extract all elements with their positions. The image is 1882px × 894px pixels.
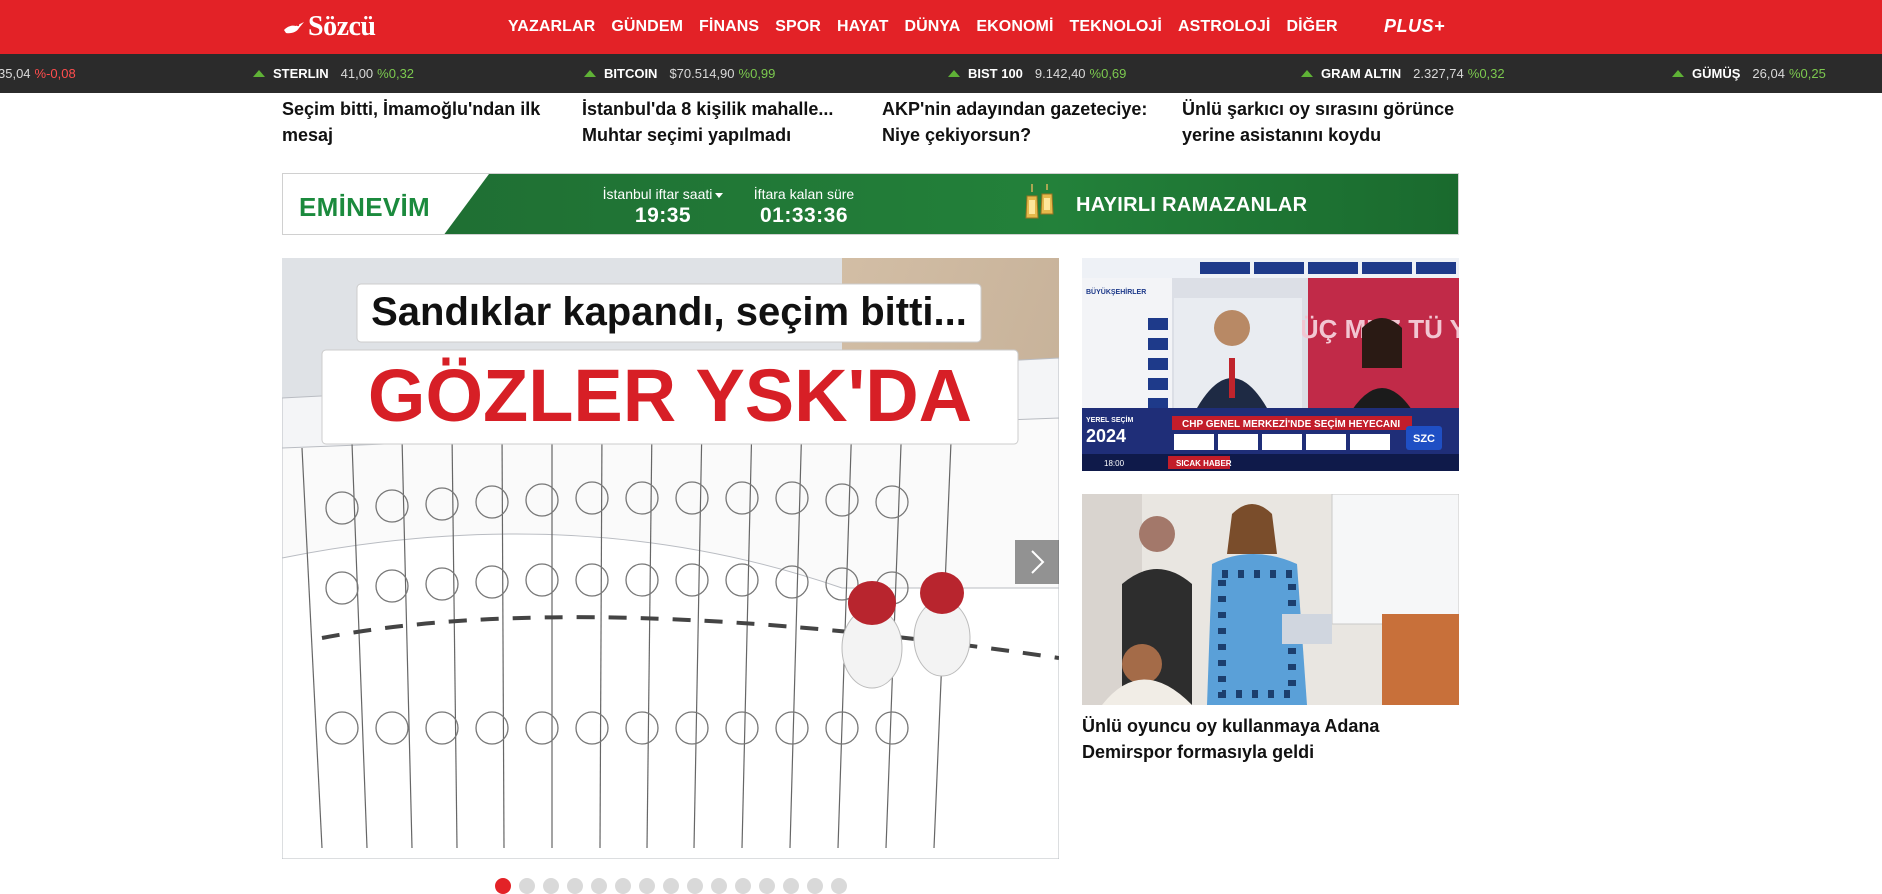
ticker-price: 9.142,40 [1034, 66, 1086, 81]
carousel-dot[interactable] [687, 878, 703, 894]
iftar-time: 19:35 [634, 204, 692, 227]
top-headlines: Seçim bitti, İmamoğlu'ndan ilk mesaj İst… [282, 96, 1459, 154]
headline-link[interactable]: Ünlü şarkıcı oy sırasını görünce yerine … [1182, 96, 1462, 148]
tv-broadcast-image: GÜÇ MUZ TÜ YE BÜYÜKŞEHİRLER YEREL SEÇİM … [1082, 258, 1459, 471]
banner-greeting: HAYIRLI RAMAZANLAR [1076, 194, 1308, 216]
carousel-dot[interactable] [519, 878, 535, 894]
ticker-item-gram-altin[interactable]: GRAM ALTIN 2.327,74 %0,32 [1301, 54, 1505, 93]
headline-link[interactable]: Seçim bitti, İmamoğlu'ndan ilk mesaj [282, 96, 562, 148]
hero-headline-top: Sandıklar kapandı, seçim bitti... [371, 290, 967, 334]
side-news-title[interactable]: Ünlü oyuncu oy kullanmaya Adana Demirspo… [1082, 713, 1459, 765]
ticker-name: BITCOIN [604, 66, 658, 81]
up-arrow-icon [584, 70, 596, 77]
remaining-label: İftara kalan süre [753, 186, 855, 202]
carousel-dot[interactable] [759, 878, 775, 894]
lantern-icon [1025, 184, 1054, 219]
hero-slider-image[interactable]: Sandıklar kapandı, seçim bitti... GÖZLER… [282, 258, 1059, 859]
logo-text: Sözcü [308, 11, 376, 42]
nav-teknoloji[interactable]: TEKNOLOJİ [1062, 18, 1170, 36]
carousel-dot[interactable] [831, 878, 847, 894]
slider-next-button[interactable] [1015, 540, 1059, 584]
top-navigation-bar: Sözcü YAZARLAR GÜNDEM FİNANS SPOR HAYAT … [0, 0, 1882, 54]
tv-breaking-label: SICAK HABER [1176, 459, 1232, 468]
classroom-voting-photo [1082, 494, 1459, 705]
banner-brand: EMİNEVİM [299, 192, 430, 222]
carousel-dot[interactable] [615, 878, 631, 894]
tv-panel-title: BÜYÜKŞEHİRLER [1086, 287, 1146, 296]
carousel-dot[interactable] [783, 878, 799, 894]
ticker-change: %0,99 [738, 66, 776, 81]
main-nav: YAZARLAR GÜNDEM FİNANS SPOR HAYAT DÜNYA … [500, 0, 1346, 54]
nav-finans[interactable]: FİNANS [691, 18, 767, 36]
site-logo[interactable]: Sözcü [282, 10, 376, 44]
ticker-name: GRAM ALTIN [1321, 66, 1402, 81]
ramadan-ad-banner[interactable]: EMİNEVİM İstanbul iftar saati 19:35 İfta… [282, 173, 1459, 235]
carousel-dot[interactable] [663, 878, 679, 894]
nav-gundem[interactable]: GÜNDEM [603, 18, 691, 36]
ticker-change: %0,69 [1089, 66, 1127, 81]
iftar-label: İstanbul iftar saati [602, 186, 713, 202]
tv-election-label: YEREL SEÇİM [1086, 416, 1133, 424]
up-arrow-icon [948, 70, 960, 77]
ticker-item-sterlin[interactable]: STERLIN 41,00 %0,32 [253, 54, 414, 93]
side-news-photo[interactable] [1082, 494, 1459, 705]
iftar-time-box[interactable]: İstanbul iftar saati 19:35 [599, 186, 727, 228]
nav-ekonomi[interactable]: EKONOMİ [968, 18, 1061, 36]
tv-bottom-caption: CHP GENEL MERKEZİ'NDE SEÇİM HEYECANI [1182, 417, 1400, 430]
up-arrow-icon [1301, 70, 1313, 77]
side-news-tv-broadcast[interactable]: GÜÇ MUZ TÜ YE BÜYÜKŞEHİRLER YEREL SEÇİM … [1082, 258, 1459, 471]
hero-headline-main: GÖZLER YSK'DA [368, 354, 972, 437]
ticker-item-gumus[interactable]: GÜMÜŞ 26,04 %0,25 [1672, 54, 1826, 93]
remaining-time: 01:33:36 [759, 204, 849, 227]
ballot-illustration: Sandıklar kapandı, seçim bitti... GÖZLER… [282, 258, 1059, 859]
carousel-dot[interactable] [591, 878, 607, 894]
chevron-right-icon [1031, 550, 1045, 574]
tv-channel-logo: SZC [1413, 433, 1435, 445]
carousel-dot[interactable] [735, 878, 751, 894]
ticker-change: %-0,08 [34, 66, 76, 81]
ticker-price: 41,00 [340, 66, 374, 81]
nav-yazarlar[interactable]: YAZARLAR [500, 18, 603, 36]
ticker-item[interactable]: 35,04 %-0,08 [0, 54, 76, 93]
up-arrow-icon [1672, 70, 1684, 77]
up-arrow-icon [253, 70, 265, 77]
nav-diger[interactable]: DİĞER [1278, 18, 1345, 36]
ticker-item-bitcoin[interactable]: BITCOIN $70.514,90 %0,99 [584, 54, 775, 93]
ticker-price: $70.514,90 [669, 66, 735, 81]
ticker-change: %0,25 [1788, 66, 1826, 81]
ticker-price: 2.327,74 [1413, 66, 1464, 81]
tv-clock: 18:00 [1104, 459, 1125, 468]
nav-spor[interactable]: SPOR [767, 18, 829, 36]
ticker-change: %0,32 [1467, 66, 1505, 81]
ticker-name: BIST 100 [968, 66, 1023, 81]
caret-down-icon [715, 192, 724, 198]
ticker-name: STERLIN [273, 66, 329, 81]
carousel-dot[interactable] [567, 878, 583, 894]
ticker-price: 26,04 [1752, 66, 1785, 81]
headline-link[interactable]: AKP'nin adayından gazeteciye: Niye çekiy… [882, 96, 1162, 148]
plus-button[interactable]: PLUS+ [1384, 16, 1445, 37]
headline-link[interactable]: İstanbul'da 8 kişilik mahalle... Muhtar … [582, 96, 862, 148]
ticker-change: %0,32 [377, 66, 415, 81]
market-ticker: 35,04 %-0,08 STERLIN 41,00 %0,32 BITCOIN… [0, 54, 1882, 93]
ticker-price: 35,04 [0, 66, 31, 81]
carousel-dot-active[interactable] [495, 878, 511, 894]
carousel-dot[interactable] [807, 878, 823, 894]
nav-dunya[interactable]: DÜNYA [896, 18, 968, 36]
tv-election-year: 2024 [1086, 426, 1126, 446]
remaining-time-box: İftara kalan süre 01:33:36 [749, 186, 859, 228]
ticker-item-bist100[interactable]: BIST 100 9.142,40 %0,69 [948, 54, 1126, 93]
nav-astroloji[interactable]: ASTROLOJİ [1170, 18, 1278, 36]
ticker-name: GÜMÜŞ [1692, 66, 1741, 81]
carousel-dot[interactable] [543, 878, 559, 894]
carousel-pagination [495, 878, 847, 894]
bird-logo-icon [284, 22, 304, 34]
carousel-dot[interactable] [639, 878, 655, 894]
carousel-dot[interactable] [711, 878, 727, 894]
nav-hayat[interactable]: HAYAT [829, 18, 896, 36]
